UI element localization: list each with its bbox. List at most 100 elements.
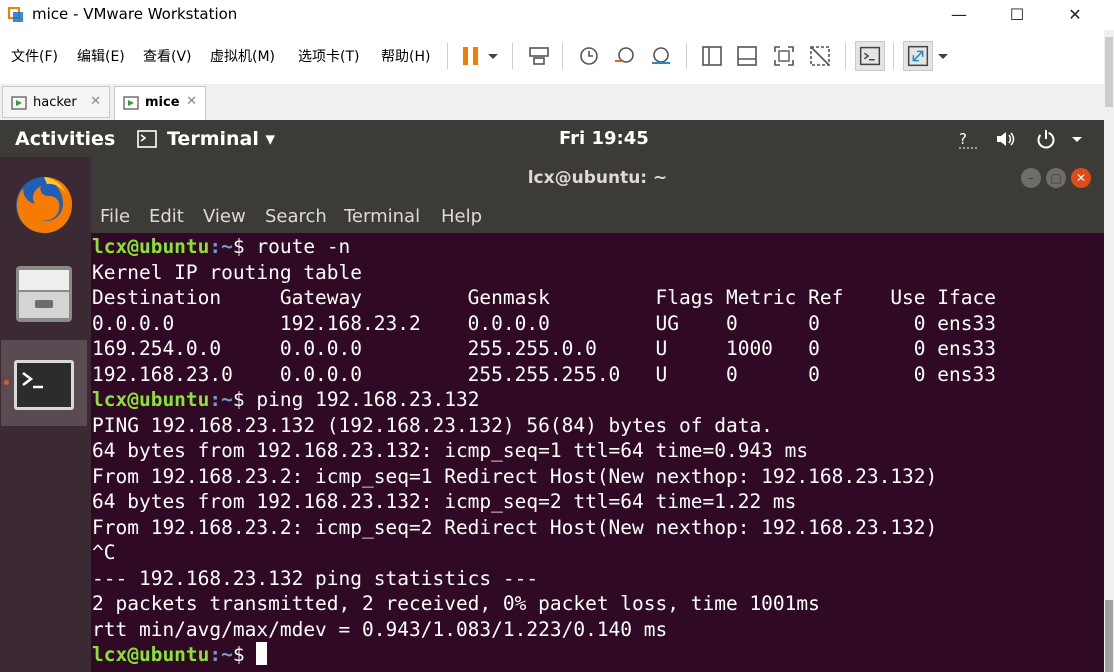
prompt-user: lcx@ubuntu xyxy=(92,235,210,258)
tab-label: mice xyxy=(145,95,180,110)
full-screen-icon[interactable] xyxy=(769,41,799,71)
prompt-symbol: $ xyxy=(232,388,257,411)
terminal-small-icon xyxy=(137,130,157,148)
output-text: 192.168.23.0 0.0.0.0 255.255.255.0 U 0 0… xyxy=(92,362,996,386)
toolbar-separator xyxy=(562,43,563,69)
menu-help[interactable]: 帮助(H) xyxy=(381,46,430,66)
output-text: From 192.168.23.2: icmp_seq=2 Redirect H… xyxy=(92,515,938,539)
tab-mice[interactable]: mice ✕ xyxy=(114,86,206,120)
terminal-icon xyxy=(14,360,74,410)
maximize-button[interactable]: ☐ xyxy=(994,0,1040,30)
show-library-icon[interactable] xyxy=(697,41,727,71)
output-text: ^C xyxy=(92,541,116,564)
terminal-window: lcx@ubuntu: ~ – □ ✕ File Edit View Searc… xyxy=(91,157,1104,672)
menu-view[interactable]: 查看(V) xyxy=(143,46,192,66)
output-text: Kernel IP routing table xyxy=(92,260,363,284)
window-title: mice - VMware Workstation xyxy=(32,5,238,23)
prompt-line: lcx@ubuntu:~$ xyxy=(92,642,1102,668)
menu-vm[interactable]: 虚拟机(M) xyxy=(210,46,275,66)
stretch-dropdown-icon[interactable] xyxy=(934,41,952,71)
power-icon[interactable] xyxy=(1034,128,1058,150)
menu-tabs[interactable]: 选项卡(T) xyxy=(298,46,359,66)
terminal-screen[interactable]: lcx@ubuntu:~$ route -n Kernel IP routing … xyxy=(92,234,1102,672)
system-menu-dropdown-icon[interactable] xyxy=(1068,128,1086,150)
scrollbar-thumb[interactable] xyxy=(1105,37,1113,107)
dock-terminal[interactable] xyxy=(1,340,87,426)
output-line: From 192.168.23.2: icmp_seq=2 Redirect H… xyxy=(92,515,1102,541)
output-text: 0.0.0.0 192.168.23.2 0.0.0.0 UG 0 0 0 en… xyxy=(92,311,996,335)
output-line: 192.168.23.0 0.0.0.0 255.255.255.0 U 0 0… xyxy=(92,362,1102,388)
command-text: route -n xyxy=(256,235,351,258)
snapshot-icon[interactable] xyxy=(574,41,604,71)
terminal-menu-search[interactable]: Search xyxy=(265,206,327,227)
menu-file[interactable]: 文件(F) xyxy=(11,46,58,66)
toolbar-separator xyxy=(893,43,894,69)
terminal-maximize-button[interactable]: □ xyxy=(1046,168,1066,188)
snapshot-manager-icon[interactable] xyxy=(646,41,676,71)
tab-label: hacker xyxy=(33,95,77,110)
ubuntu-dock xyxy=(0,157,91,672)
close-window-button[interactable]: ✕ xyxy=(1052,0,1098,30)
close-tab-icon[interactable]: ✕ xyxy=(90,94,101,109)
terminal-menu-file[interactable]: File xyxy=(100,206,130,227)
unity-icon[interactable] xyxy=(805,41,835,71)
prompt-line: lcx@ubuntu:~$ ping 192.168.23.132 xyxy=(92,387,1102,413)
vmware-scrollbar[interactable] xyxy=(1104,30,1114,672)
prompt-symbol: $ xyxy=(232,235,257,258)
output-line: rtt min/avg/max/mdev = 0.943/1.083/1.223… xyxy=(92,617,1102,643)
output-text: From 192.168.23.2: icmp_seq=1 Redirect H… xyxy=(92,464,938,488)
vmware-toolbar: 文件(F) 编辑(E) 查看(V) 虚拟机(M) 选项卡(T) 帮助(H) xyxy=(0,34,1104,78)
output-line: 64 bytes from 192.168.23.132: icmp_seq=2… xyxy=(92,489,1102,515)
running-indicator xyxy=(4,380,9,385)
terminal-close-button[interactable]: ✕ xyxy=(1071,168,1091,188)
prompt-path: :~ xyxy=(209,388,233,411)
output-text: --- 192.168.23.132 ping statistics --- xyxy=(92,566,539,590)
prompt-symbol: $ xyxy=(232,643,257,666)
menu-edit[interactable]: 编辑(E) xyxy=(77,46,125,66)
dock-files[interactable] xyxy=(1,250,87,336)
output-line: 169.254.0.0 0.0.0.0 255.255.0.0 U 1000 0… xyxy=(92,336,1102,362)
network-icon[interactable]: ? xyxy=(956,128,980,150)
volume-icon[interactable] xyxy=(994,128,1018,150)
output-line: Kernel IP routing table xyxy=(92,260,1102,286)
terminal-menubar: File Edit View Search Terminal Help xyxy=(91,200,1104,233)
vmware-title-bar: mice - VMware Workstation — ☐ ✕ xyxy=(0,0,1114,30)
close-tab-icon[interactable]: ✕ xyxy=(186,94,197,109)
output-line: From 192.168.23.2: icmp_seq=1 Redirect H… xyxy=(92,464,1102,490)
output-text: rtt min/avg/max/mdev = 0.943/1.083/1.223… xyxy=(92,617,668,641)
dropdown-icon[interactable] xyxy=(482,41,504,71)
scrollbar-thumb[interactable] xyxy=(1105,600,1113,672)
minimize-button[interactable]: — xyxy=(936,0,982,30)
terminal-minimize-button[interactable]: – xyxy=(1021,168,1041,188)
prompt-path: :~ xyxy=(209,643,233,666)
console-view-icon[interactable] xyxy=(855,41,885,71)
output-text: 169.254.0.0 0.0.0.0 255.255.0.0 U 1000 0… xyxy=(92,337,996,360)
output-text: PING 192.168.23.132 (192.168.23.132) 56(… xyxy=(92,413,773,437)
send-ctrl-alt-del-icon[interactable] xyxy=(524,41,554,71)
terminal-menu-view[interactable]: View xyxy=(203,206,246,227)
prompt-line: lcx@ubuntu:~$ route -n xyxy=(92,234,1102,260)
terminal-menu-terminal[interactable]: Terminal xyxy=(344,206,420,227)
tab-hacker[interactable]: hacker ✕ xyxy=(2,86,110,118)
output-text: 2 packets transmitted, 2 received, 0% pa… xyxy=(92,592,820,615)
terminal-titlebar[interactable]: lcx@ubuntu: ~ – □ ✕ xyxy=(91,157,1104,200)
output-text: 64 bytes from 192.168.23.132: icmp_seq=1… xyxy=(92,439,809,462)
output-text: Destination Gateway Genmask Flags Metric… xyxy=(92,286,996,309)
app-menu-terminal[interactable]: Terminal ▾ xyxy=(167,128,275,150)
prompt-user: lcx@ubuntu xyxy=(92,388,210,411)
output-line: PING 192.168.23.132 (192.168.23.132) 56(… xyxy=(92,413,1102,439)
toolbar-separator xyxy=(447,43,448,69)
stretch-icon[interactable] xyxy=(903,41,933,71)
vm-tab-bar: hacker ✕ mice ✕ xyxy=(0,84,1104,120)
prompt-user: lcx@ubuntu xyxy=(92,643,210,666)
terminal-menu-help[interactable]: Help xyxy=(441,206,482,227)
terminal-menu-edit[interactable]: Edit xyxy=(149,206,184,227)
files-icon xyxy=(16,266,72,322)
revert-snapshot-icon[interactable] xyxy=(610,41,640,71)
clock[interactable]: Fri 19:45 xyxy=(559,128,649,149)
thumbnail-icon[interactable] xyxy=(732,41,762,71)
dock-firefox[interactable] xyxy=(1,162,87,248)
output-line: 64 bytes from 192.168.23.132: icmp_seq=1… xyxy=(92,438,1102,464)
prompt-path: :~ xyxy=(209,235,233,258)
activities-button[interactable]: Activities xyxy=(15,128,115,150)
